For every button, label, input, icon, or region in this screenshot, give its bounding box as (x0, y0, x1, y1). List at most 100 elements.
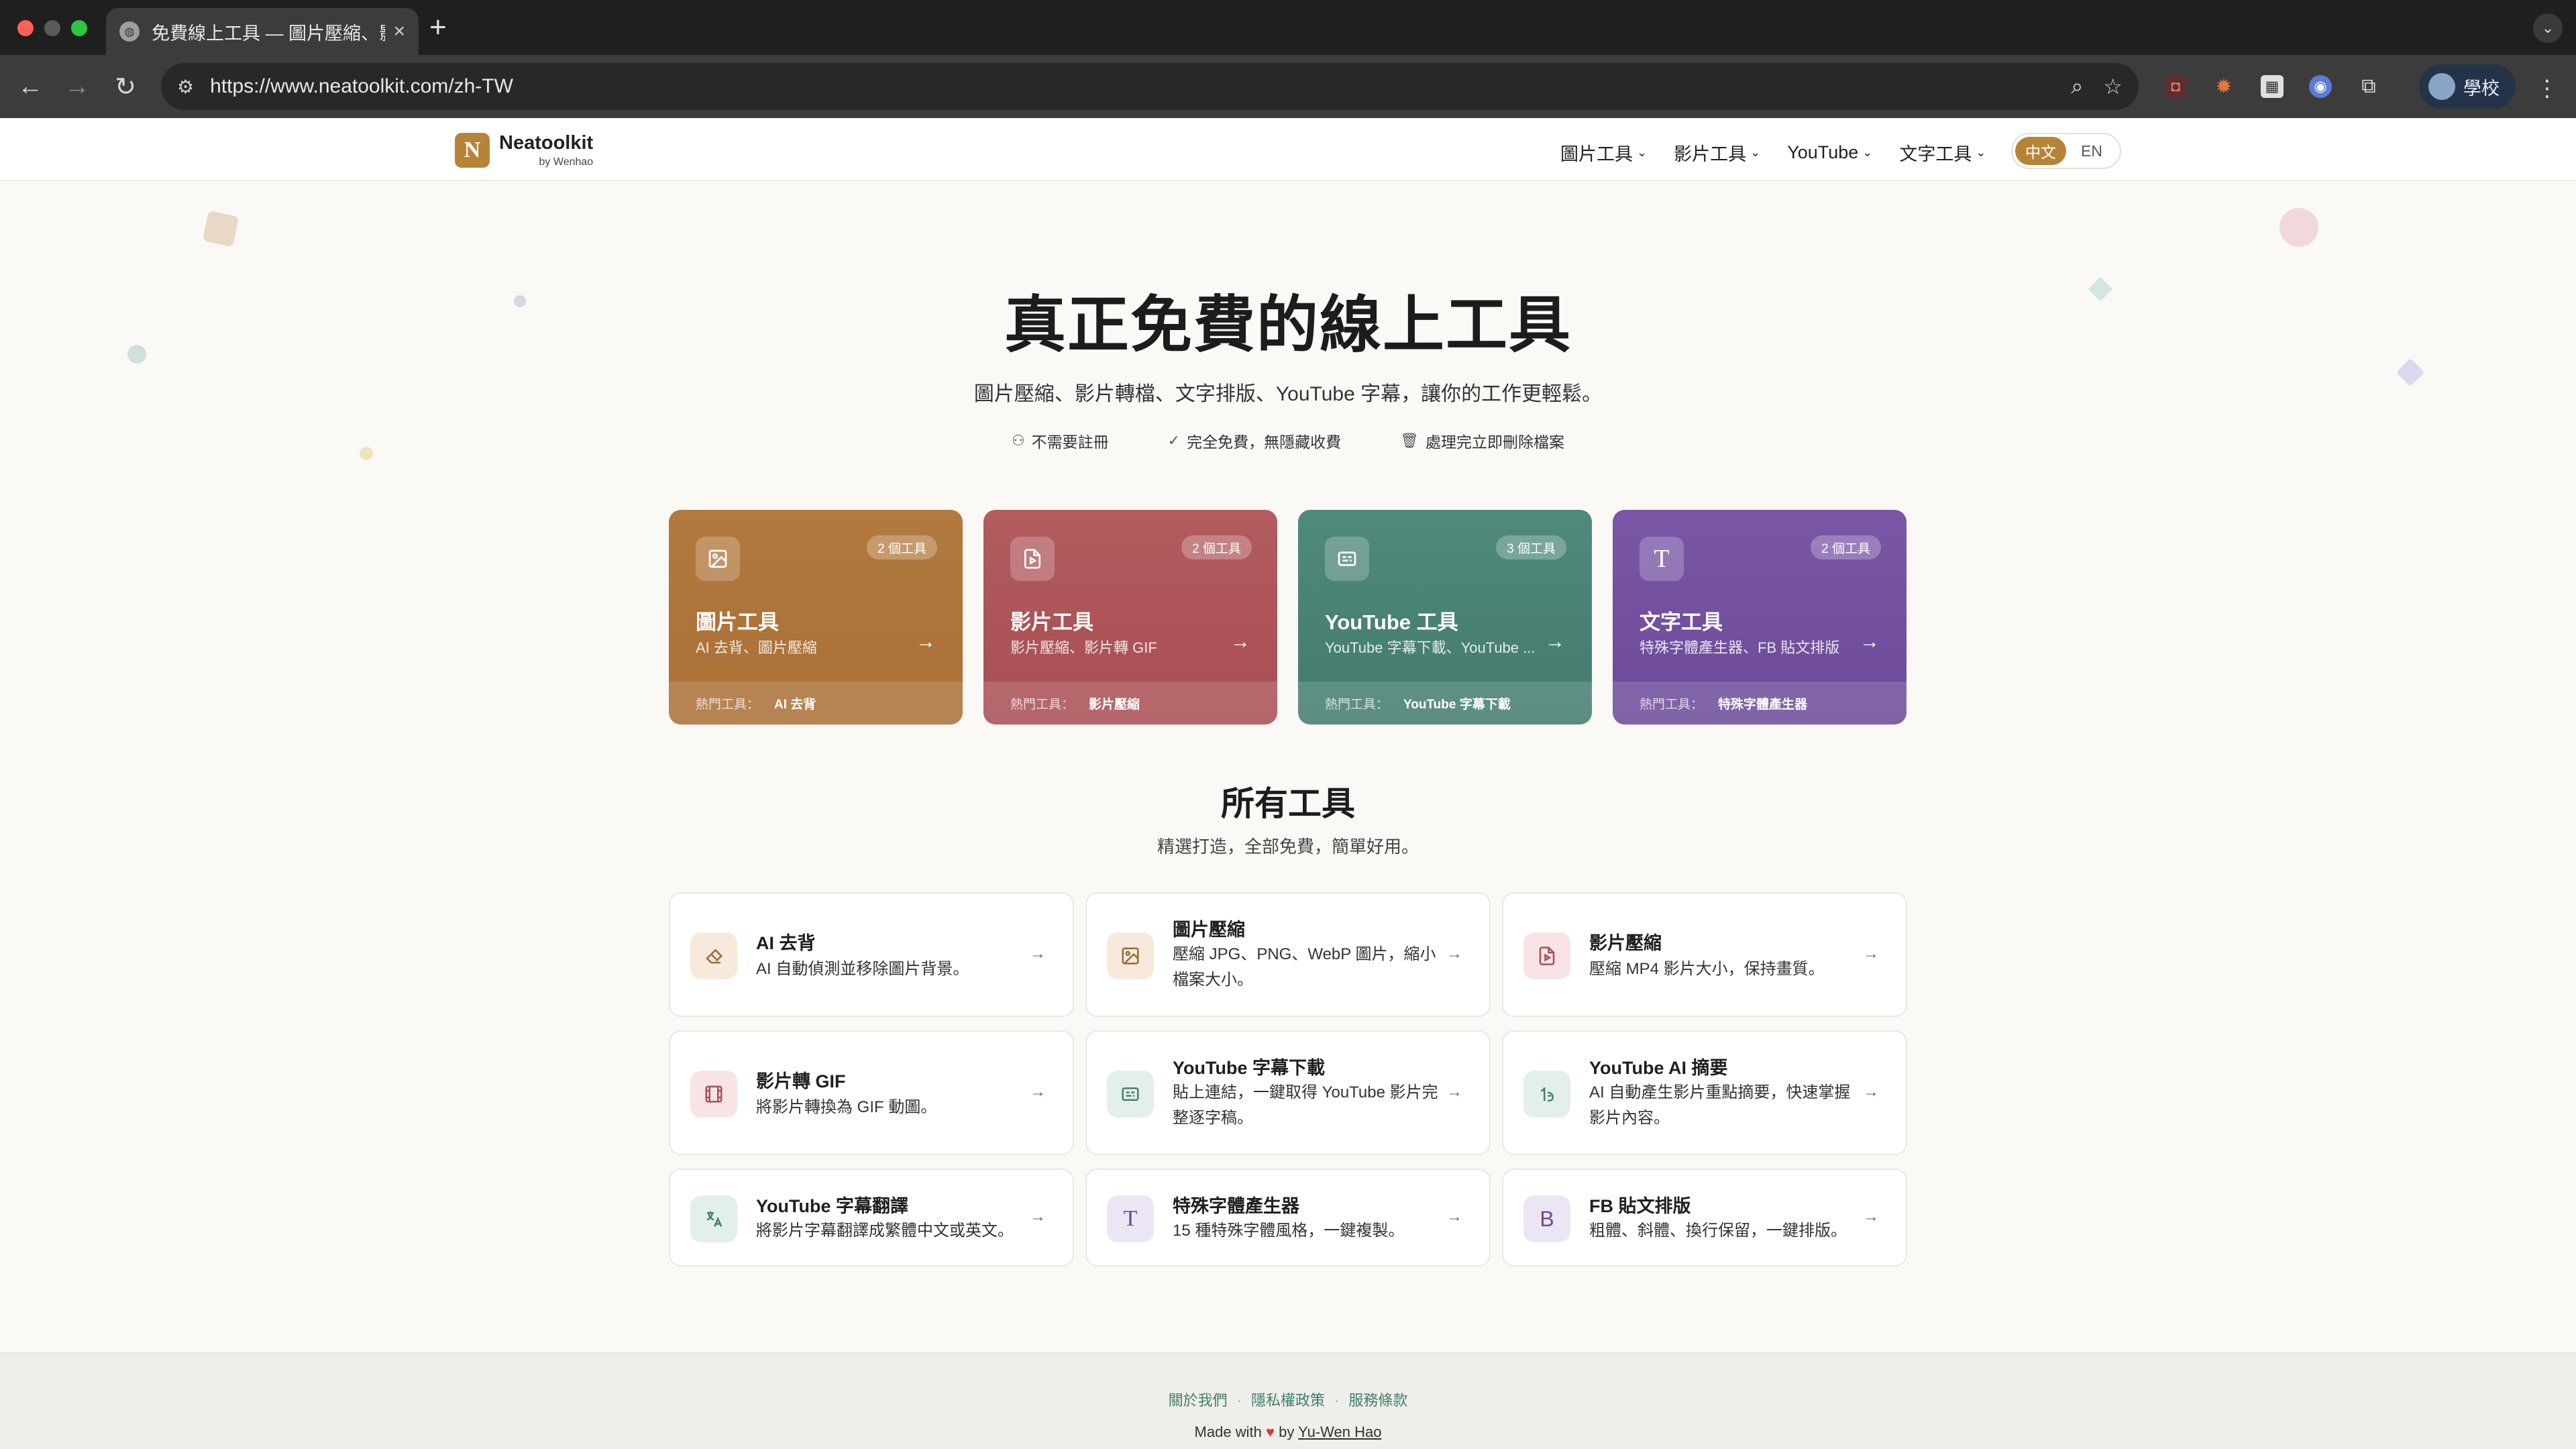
trash-icon: 🗑 (1400, 432, 1419, 449)
site-logo[interactable]: N Neatoolkit by Wenhao (455, 133, 593, 168)
extension-sun-icon[interactable]: ✹ (2212, 75, 2235, 98)
nav-label: 影片工具 (1674, 144, 1747, 164)
category-card-image[interactable]: 2 個工具 圖片工具 AI 去背、圖片壓縮 → 熱門工具： AI 去背 (669, 510, 963, 724)
tool-card-special-font[interactable]: T 特殊字體產生器 15 種特殊字體風格，一鍵複製。 → (1085, 1169, 1491, 1267)
site-footer: 關於我們 · 隱私權政策 · 服務條款 Made with ♥ by Yu-Wen Ha… (0, 1352, 2576, 1449)
window-zoom-button[interactable] (71, 20, 87, 36)
popular-label: 熱門工具： (1010, 697, 1075, 712)
footer-credit: Made with ♥ by Yu-Wen Hao (0, 1424, 2576, 1441)
credit-prefix: Made with (1194, 1424, 1262, 1440)
tool-card-ai-remove-bg[interactable]: AI 去背 AI 自動偵測並移除圖片背景。 → (669, 892, 1074, 1017)
nav-video-tools[interactable]: 影片工具 ⌄ (1674, 140, 1760, 166)
window-close-button[interactable] (17, 20, 34, 36)
category-popular: 熱門工具： YouTube 字幕下載 (1298, 682, 1592, 724)
extension-qr-icon[interactable]: ▦ (2261, 75, 2284, 98)
footer-link-about[interactable]: 關於我們 (1169, 1392, 1228, 1409)
hero-title-part: 的線上工具 (1256, 291, 1572, 360)
tool-name: 圖片壓縮 (1173, 920, 1245, 940)
bold-icon: B (1523, 1195, 1570, 1242)
check-circle-icon: ✓ (1167, 432, 1181, 449)
tool-desc: 粗體、斜體、換行保留，一鍵排版。 (1589, 1222, 1847, 1240)
tool-card-image-compress[interactable]: 圖片壓縮 壓縮 JPG、PNG、WebP 圖片，縮小檔案大小。 → (1085, 892, 1491, 1017)
author-link[interactable]: Yu-Wen Hao (1298, 1424, 1381, 1440)
popular-tool-link[interactable]: 特殊字體產生器 (1718, 694, 1807, 712)
category-desc: 特殊字體產生器、FB 貼文排版 (1640, 639, 1840, 656)
tool-desc: 貼上連結，一鍵取得 YouTube 影片完整逐字稿。 (1173, 1083, 1438, 1127)
forward-arrow-icon[interactable]: → (62, 71, 93, 102)
arrow-right-icon: → (1446, 945, 1462, 963)
tool-count-badge: 2 個工具 (1181, 535, 1252, 559)
extension-round-icon[interactable]: ◉ (2309, 75, 2332, 98)
category-desc: AI 去背、圖片壓縮 (696, 639, 817, 656)
tool-card-fb-post-format[interactable]: B FB 貼文排版 粗體、斜體、換行保留，一鍵排版。 → (1502, 1169, 1907, 1267)
tab-close-icon[interactable]: × (393, 20, 405, 43)
category-card-video[interactable]: 2 個工具 影片工具 影片壓縮、影片轉 GIF → 熱門工具： 影片壓縮 (983, 510, 1277, 724)
feature-delete-files: 🗑 處理完立即刪除檔案 (1400, 429, 1564, 452)
tool-desc: 壓縮 JPG、PNG、WebP 圖片，縮小檔案大小。 (1173, 945, 1436, 989)
bookmark-star-icon[interactable]: ☆ (2103, 74, 2123, 99)
browser-tab-active[interactable]: ◍ 免費線上工具 — 圖片壓縮、影片 × (106, 8, 419, 55)
feature-list: ⚇ 不需要註冊 ✓ 完全免費，無隱藏收費 🗑 處理完立即刪除檔案 (0, 429, 2576, 452)
image-icon (1107, 932, 1154, 979)
address-bar[interactable]: ⚙ https://www.neatoolkit.com/zh-TW ⌕ ☆ (161, 63, 2139, 110)
tool-name: FB 貼文排版 (1589, 1196, 1691, 1216)
profile-button[interactable]: 學校 (2419, 64, 2516, 109)
popular-tool-link[interactable]: YouTube 字幕下載 (1403, 694, 1511, 712)
profile-label: 學校 (2463, 78, 2500, 99)
arrow-right-icon: → (1545, 631, 1565, 653)
logo-name: Neatoolkit (499, 131, 594, 154)
subtitles-icon (1107, 1071, 1154, 1118)
lang-en-button[interactable]: EN (2066, 137, 2117, 165)
tool-card-video-compress[interactable]: 影片壓縮 壓縮 MP4 影片大小，保持畫質。 → (1502, 892, 1907, 1017)
tool-count-badge: 3 個工具 (1496, 535, 1566, 559)
site-settings-icon[interactable]: ⚙ (177, 76, 194, 98)
arrow-right-icon: → (1863, 1083, 1879, 1101)
category-desc: 影片壓縮、影片轉 GIF (1010, 639, 1157, 656)
nav-text-tools[interactable]: 文字工具 ⌄ (1899, 140, 1986, 166)
credit-by: by (1279, 1424, 1295, 1440)
extensions-puzzle-icon[interactable]: ⧉ (2357, 75, 2380, 98)
decorative-square (202, 210, 239, 248)
browser-menu-icon[interactable]: ⋮ (2536, 75, 2559, 102)
tool-card-video-to-gif[interactable]: 影片轉 GIF 將影片轉換為 GIF 動圖。 → (669, 1030, 1074, 1155)
arrow-right-icon: → (916, 631, 936, 653)
category-card-youtube[interactable]: 3 個工具 YouTube 工具 YouTube 字幕下載、YouTube ..… (1298, 510, 1592, 724)
browser-tab-bar: ◍ 免費線上工具 — 圖片壓縮、影片 × + ⌄ (0, 0, 2576, 55)
zoom-magnifier-icon[interactable]: ⌕ (2071, 74, 2083, 99)
logo-mark: N (455, 133, 490, 168)
popular-tool-link[interactable]: AI 去背 (774, 694, 816, 712)
category-desc: YouTube 字幕下載、YouTube ... (1325, 639, 1536, 656)
category-card-text[interactable]: T 2 個工具 文字工具 特殊字體產生器、FB 貼文排版 → 熱門工具： 特殊字體… (1613, 510, 1907, 724)
separator: · (1236, 1392, 1242, 1409)
chevron-down-icon: ⌄ (1862, 146, 1873, 159)
footer-link-terms[interactable]: 服務條款 (1348, 1392, 1407, 1409)
arrow-right-icon: → (1863, 1208, 1879, 1226)
section-title: 所有工具 (1221, 785, 1355, 822)
logo-byline: by Wenhao (539, 156, 594, 168)
user-plus-icon: ⚇ (1011, 432, 1025, 449)
popular-label: 熱門工具： (1640, 697, 1704, 712)
hero-subtitle: 圖片壓縮、影片轉檔、文字排版、YouTube 字幕，讓你的工作更輕鬆。 (973, 383, 1603, 405)
tool-card-youtube-subtitle-download[interactable]: YouTube 字幕下載 貼上連結，一鍵取得 YouTube 影片完整逐字稿。 … (1085, 1030, 1491, 1155)
tool-card-youtube-ai-summary[interactable]: YouTube AI 摘要 AI 自動產生影片重點摘要，快速掌握影片內容。 → (1502, 1030, 1907, 1155)
new-tab-plus-icon[interactable]: + (429, 11, 447, 44)
footer-link-privacy[interactable]: 隱私權政策 (1251, 1392, 1325, 1409)
chevron-down-icon: ⌄ (1750, 146, 1761, 159)
browser-toolbar: ← → ↻ ⚙ https://www.neatoolkit.com/zh-TW… (0, 55, 2576, 118)
tool-card-youtube-subtitle-translate[interactable]: YouTube 字幕翻譯 將影片字幕翻譯成繁體中文或英文。 → (669, 1169, 1074, 1267)
arrow-right-icon: → (1030, 1083, 1046, 1101)
lang-zh-button[interactable]: 中文 (2015, 137, 2066, 165)
extension-icon-1[interactable]: ◘ (2164, 75, 2187, 98)
film-icon (690, 1071, 737, 1118)
reload-icon[interactable]: ↻ (110, 71, 141, 102)
back-arrow-icon[interactable]: ← (15, 71, 46, 102)
feature-no-signup: ⚇ 不需要註冊 (1012, 429, 1109, 452)
window-minimize-button[interactable] (44, 20, 60, 36)
tab-search-chevron-icon[interactable]: ⌄ (2533, 13, 2563, 43)
category-title: 影片工具 (1010, 610, 1093, 634)
nav-youtube[interactable]: YouTube ⌄ (1787, 142, 1872, 163)
popular-tool-link[interactable]: 影片壓縮 (1089, 694, 1140, 712)
url-text[interactable]: https://www.neatoolkit.com/zh-TW (210, 75, 2051, 98)
tool-name: 影片轉 GIF (756, 1071, 846, 1091)
nav-image-tools[interactable]: 圖片工具 ⌄ (1560, 140, 1647, 166)
